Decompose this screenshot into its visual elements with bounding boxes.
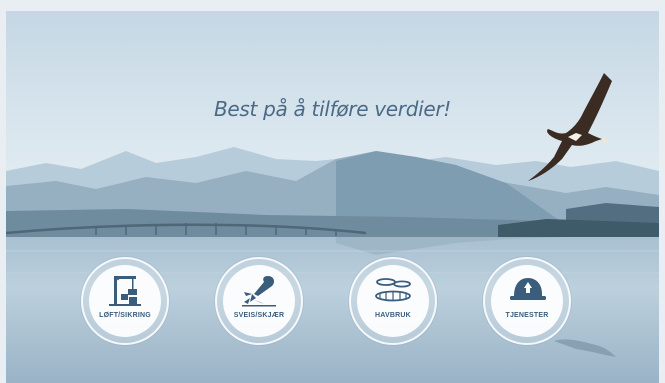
service-havbruk-button[interactable]: HAVBRUK [349,257,437,345]
service-label: LØFT/SIKRING [99,312,151,319]
helmet-icon [510,278,546,300]
service-label: SVEIS/SKJÆR [233,312,285,319]
service-label: HAVBRUK [375,312,411,319]
crane-icon [109,276,141,306]
service-tjenester-button[interactable]: TJENESTER [483,257,571,345]
services-nav: LØFT/SIKRING SVEIS/SKJÆR HAVBRUK TJENEST… [6,11,659,383]
service-loft-sikring-button[interactable]: LØFT/SIKRING [81,257,169,345]
fish-farm-icon [375,278,411,302]
welding-icon [242,276,276,307]
hero-banner: Best på å tilføre verdier! LØFT/SIKRING [6,11,659,383]
service-sveis-skjaer-button[interactable]: SVEIS/SKJÆR [215,257,303,345]
service-label: TJENESTER [505,312,549,319]
